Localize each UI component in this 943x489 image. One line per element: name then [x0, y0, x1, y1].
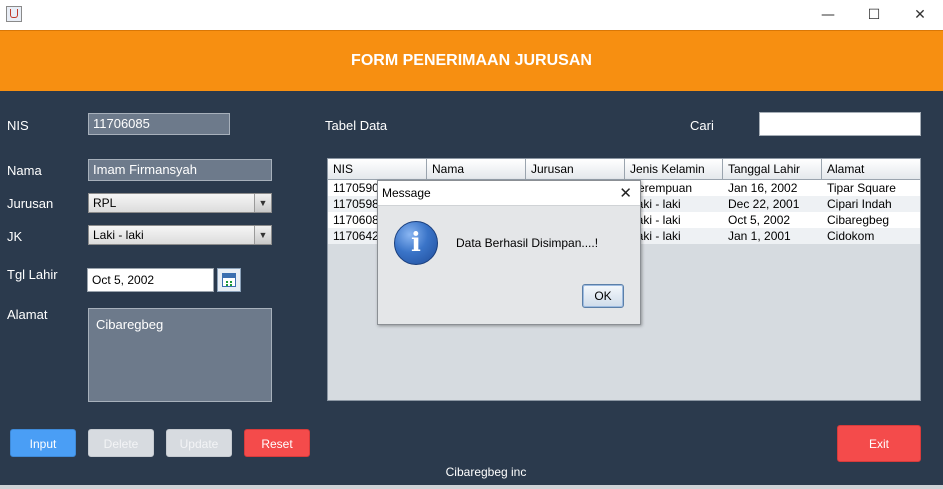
- input-button[interactable]: Input: [10, 429, 76, 457]
- jurusan-selected-value: RPL: [93, 196, 117, 210]
- table-header: NIS Nama Jurusan Jenis Kelamin Tanggal L…: [328, 159, 920, 180]
- calendar-icon: [222, 273, 236, 287]
- dialog-message: Data Berhasil Disimpan....!: [456, 236, 599, 250]
- dialog-title: Message: [382, 186, 431, 200]
- table-cell: Oct 5, 2002: [728, 213, 791, 227]
- alamat-label: Alamat: [7, 307, 48, 322]
- tabel-data-label: Tabel Data: [325, 118, 388, 133]
- tgl-lahir-field[interactable]: Oct 5, 2002: [87, 268, 214, 292]
- update-button[interactable]: Update: [166, 429, 232, 457]
- table-cell: Jan 16, 2002: [728, 181, 798, 195]
- nis-field[interactable]: 11706085: [88, 113, 230, 135]
- nis-label: NIS: [7, 118, 29, 133]
- calendar-button[interactable]: [217, 268, 241, 292]
- chevron-down-icon[interactable]: ▼: [254, 226, 271, 244]
- ok-button[interactable]: OK: [582, 284, 624, 308]
- search-label: Cari: [690, 118, 714, 133]
- nama-label: Nama: [7, 163, 42, 178]
- window-titlebar: — ☐ ✕: [0, 0, 943, 30]
- column-header-nis[interactable]: NIS: [328, 159, 427, 179]
- delete-button[interactable]: Delete: [88, 429, 154, 457]
- table-cell: Dec 22, 2001: [728, 197, 800, 211]
- table-cell: Tipar Square: [827, 181, 896, 195]
- column-header-jurusan[interactable]: Jurusan: [526, 159, 625, 179]
- alamat-textarea[interactable]: Cibaregbeg: [88, 308, 272, 402]
- column-header-tanggal-lahir[interactable]: Tanggal Lahir: [723, 159, 822, 179]
- exit-button[interactable]: Exit: [837, 425, 921, 462]
- table-cell: Cidokom: [827, 229, 875, 243]
- column-header-nama[interactable]: Nama: [427, 159, 526, 179]
- footer-text: Cibaregbeg inc: [445, 465, 527, 479]
- header-bar: FORM PENERIMAAN JURUSAN: [0, 30, 943, 92]
- jk-selected-value: Laki - laki: [93, 228, 144, 242]
- column-header-jenis-kelamin[interactable]: Jenis Kelamin: [625, 159, 723, 179]
- close-window-button[interactable]: ✕: [897, 0, 943, 30]
- table-cell: Cipari Indah: [827, 197, 892, 211]
- message-dialog[interactable]: Message ✕ i Data Berhasil Disimpan....! …: [377, 180, 641, 325]
- table-cell: Cibaregbeg: [827, 213, 890, 227]
- reset-button[interactable]: Reset: [244, 429, 310, 457]
- minimize-button[interactable]: —: [805, 0, 851, 30]
- page-title: FORM PENERIMAAN JURUSAN: [351, 52, 592, 69]
- java-app-icon: [6, 6, 22, 22]
- info-icon: i: [394, 221, 438, 265]
- nama-field[interactable]: Imam Firmansyah: [88, 159, 272, 181]
- close-icon[interactable]: ✕: [619, 181, 632, 205]
- jurusan-select[interactable]: RPL ▼: [88, 193, 272, 213]
- tgl-lahir-label: Tgl Lahir: [7, 267, 58, 282]
- jk-label: JK: [7, 229, 23, 244]
- dialog-titlebar[interactable]: Message ✕: [378, 181, 640, 206]
- maximize-button[interactable]: ☐: [851, 0, 897, 30]
- table-cell: Jan 1, 2001: [728, 229, 791, 243]
- window-bottom-edge: [0, 485, 943, 489]
- column-header-alamat[interactable]: Alamat: [822, 159, 920, 179]
- jk-select[interactable]: Laki - laki ▼: [88, 225, 272, 245]
- search-input[interactable]: [759, 112, 921, 136]
- chevron-down-icon[interactable]: ▼: [254, 194, 271, 212]
- jurusan-label: Jurusan: [7, 196, 54, 211]
